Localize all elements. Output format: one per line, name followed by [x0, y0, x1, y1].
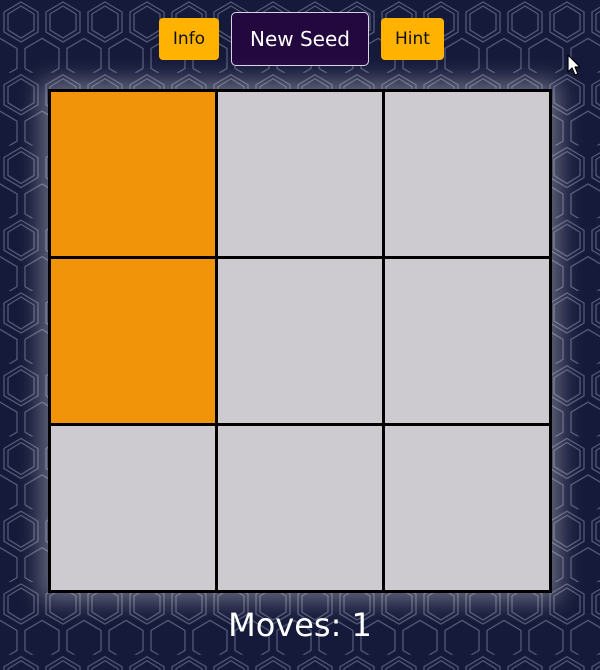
game-board	[48, 89, 552, 593]
board-tile-r1-c1[interactable]	[51, 92, 215, 256]
board-tile-r3-c3[interactable]	[385, 426, 549, 590]
board-tile-r1-c3[interactable]	[385, 92, 549, 256]
board-tile-r3-c2[interactable]	[218, 426, 382, 590]
board-tile-r2-c3[interactable]	[385, 259, 549, 423]
moves-value: 1	[351, 606, 372, 644]
moves-counter: Moves: 1	[0, 606, 600, 644]
new-seed-button[interactable]: New Seed	[231, 12, 369, 66]
board-tile-r3-c1[interactable]	[51, 426, 215, 590]
board-tile-r1-c2[interactable]	[218, 92, 382, 256]
board-tile-r2-c1[interactable]	[51, 259, 215, 423]
mouse-cursor-icon	[567, 54, 581, 76]
board-tile-r2-c2[interactable]	[218, 259, 382, 423]
hint-button[interactable]: Hint	[381, 18, 444, 60]
toolbar: Info New Seed Hint	[0, 12, 600, 68]
info-button[interactable]: Info	[159, 18, 219, 60]
moves-label: Moves:	[228, 606, 352, 644]
